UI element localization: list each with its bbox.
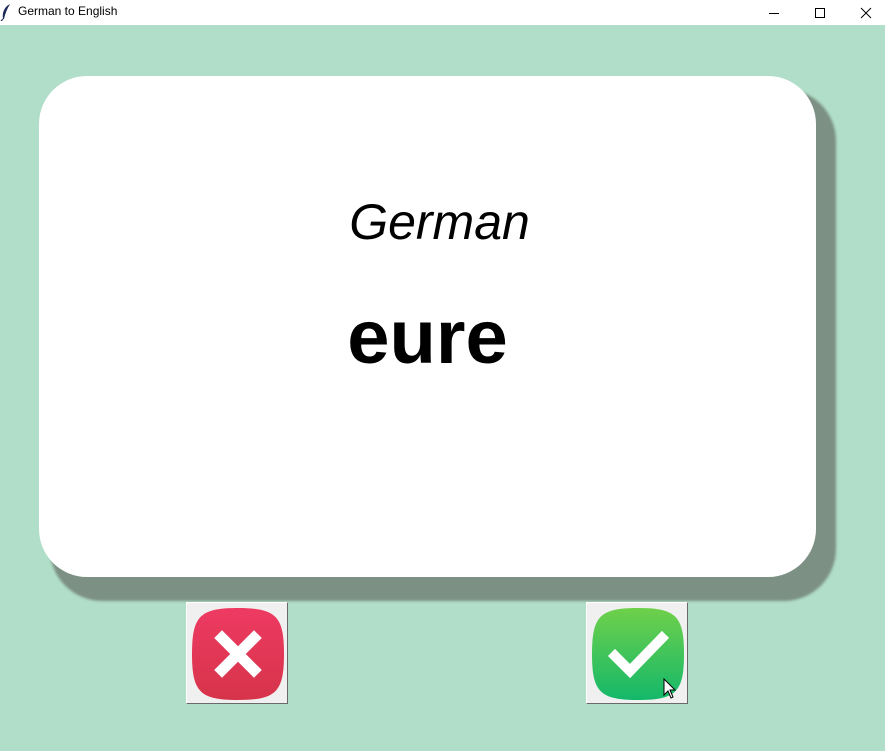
window-title: German to English [18,4,118,18]
cross-icon [192,608,284,700]
card-word: eure [347,295,508,380]
mouse-cursor-icon [663,678,677,699]
wrong-button[interactable] [186,602,288,704]
card-language-label: German [349,194,530,250]
maximize-icon [815,7,825,18]
app-canvas: German eure [0,25,885,751]
feather-icon [0,4,10,21]
close-button[interactable] [843,0,885,25]
minimize-icon [769,12,779,14]
close-icon [860,7,872,18]
minimize-button[interactable] [751,0,797,25]
maximize-button[interactable] [797,0,843,25]
title-bar: German to English [0,0,885,25]
